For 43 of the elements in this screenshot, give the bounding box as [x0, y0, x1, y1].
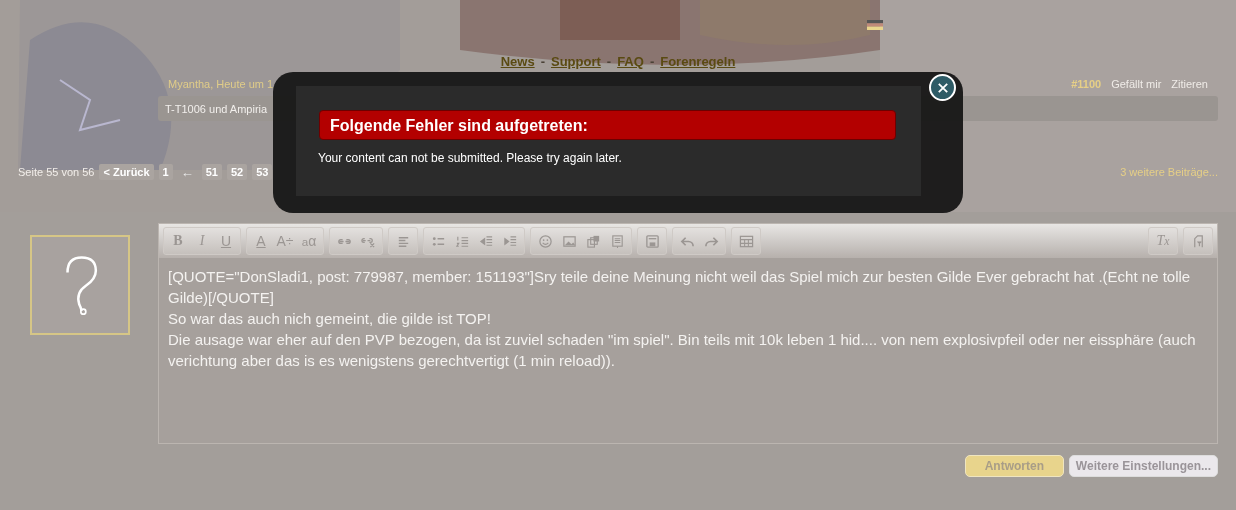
message-text-line: [QUOTE="DonSladi1, post: 779987, member: 151193"]Sry teile deine Meinung nicht weil das Spiel mich zur besten Gilde Ever gebracht hat .(Echt ne tolle Gilde)[/QUOTE] [168, 267, 1192, 308]
save-icon [644, 233, 660, 249]
flag-icon[interactable] [867, 20, 883, 30]
nav-separator: - [540, 54, 545, 71]
message-text-line: Die ausage war eher auf den PVP bezogen, da ist zuviel schaden "im spiel". Bin teils mit 10k leben 1 hid.... von nem explosivpfeil oder ner eissphäre (auch verichtung aber das is es wenigstens gerechtvertigt (1 min reload)). [168, 330, 1197, 371]
message-text-line: So war das auch nich gemeint, die gilde ist TOP! [168, 309, 492, 329]
nav-separator: - [649, 54, 655, 71]
page-number-button[interactable]: 51 [201, 164, 222, 180]
font-size-button[interactable]: A÷ [273, 228, 297, 254]
italic-button[interactable]: I [190, 228, 214, 254]
previous-page-button[interactable]: < Zurück [99, 164, 154, 180]
post-action-link[interactable]: Gefällt mir [1111, 78, 1162, 92]
nav-link[interactable]: Support [550, 54, 601, 72]
nav-separator: - [606, 54, 612, 71]
close-icon [935, 80, 950, 95]
more-posts-link[interactable]: 3 weitere Beiträge... [1120, 166, 1218, 178]
error-title-bar: Folgende Fehler sind aufgetreten: [319, 110, 896, 140]
post-author-meta[interactable]: Myantha, Heute um 1 [168, 78, 274, 92]
smiley-icon [537, 233, 553, 249]
post-number-link[interactable]: #1100 [1071, 78, 1102, 92]
page-number-button[interactable]: 53 [252, 164, 273, 180]
underline-button[interactable]: U [214, 228, 238, 254]
reply-button[interactable]: Antworten [964, 455, 1064, 477]
template-icon [609, 233, 625, 249]
close-button[interactable] [929, 74, 956, 101]
page-jump-arrow[interactable]: ← [177, 164, 197, 180]
more-options-button[interactable]: Weitere Einstellungen... [1068, 455, 1218, 477]
indent-icon [502, 233, 518, 249]
outdent-icon [478, 233, 494, 249]
bold-button[interactable]: B [166, 228, 190, 254]
message-editor[interactable] [158, 223, 1218, 444]
nav-link[interactable]: News [500, 54, 535, 72]
page-number-button[interactable]: 52 [227, 164, 248, 180]
media-icon [585, 233, 601, 249]
page-summary: Seite 55 von 56 [18, 166, 95, 178]
post-action-link[interactable]: Zitieren [1171, 78, 1208, 92]
error-message: Your content can not be submitted. Please try again later. [318, 151, 623, 165]
font-color-button[interactable]: A [249, 228, 273, 254]
image-icon [561, 233, 577, 249]
table-icon [738, 233, 754, 249]
nav-link[interactable]: Forenregeln [660, 54, 736, 72]
likes-text: T-T1006 und Ampiria [165, 102, 268, 115]
nav-link[interactable]: FAQ [617, 54, 644, 72]
